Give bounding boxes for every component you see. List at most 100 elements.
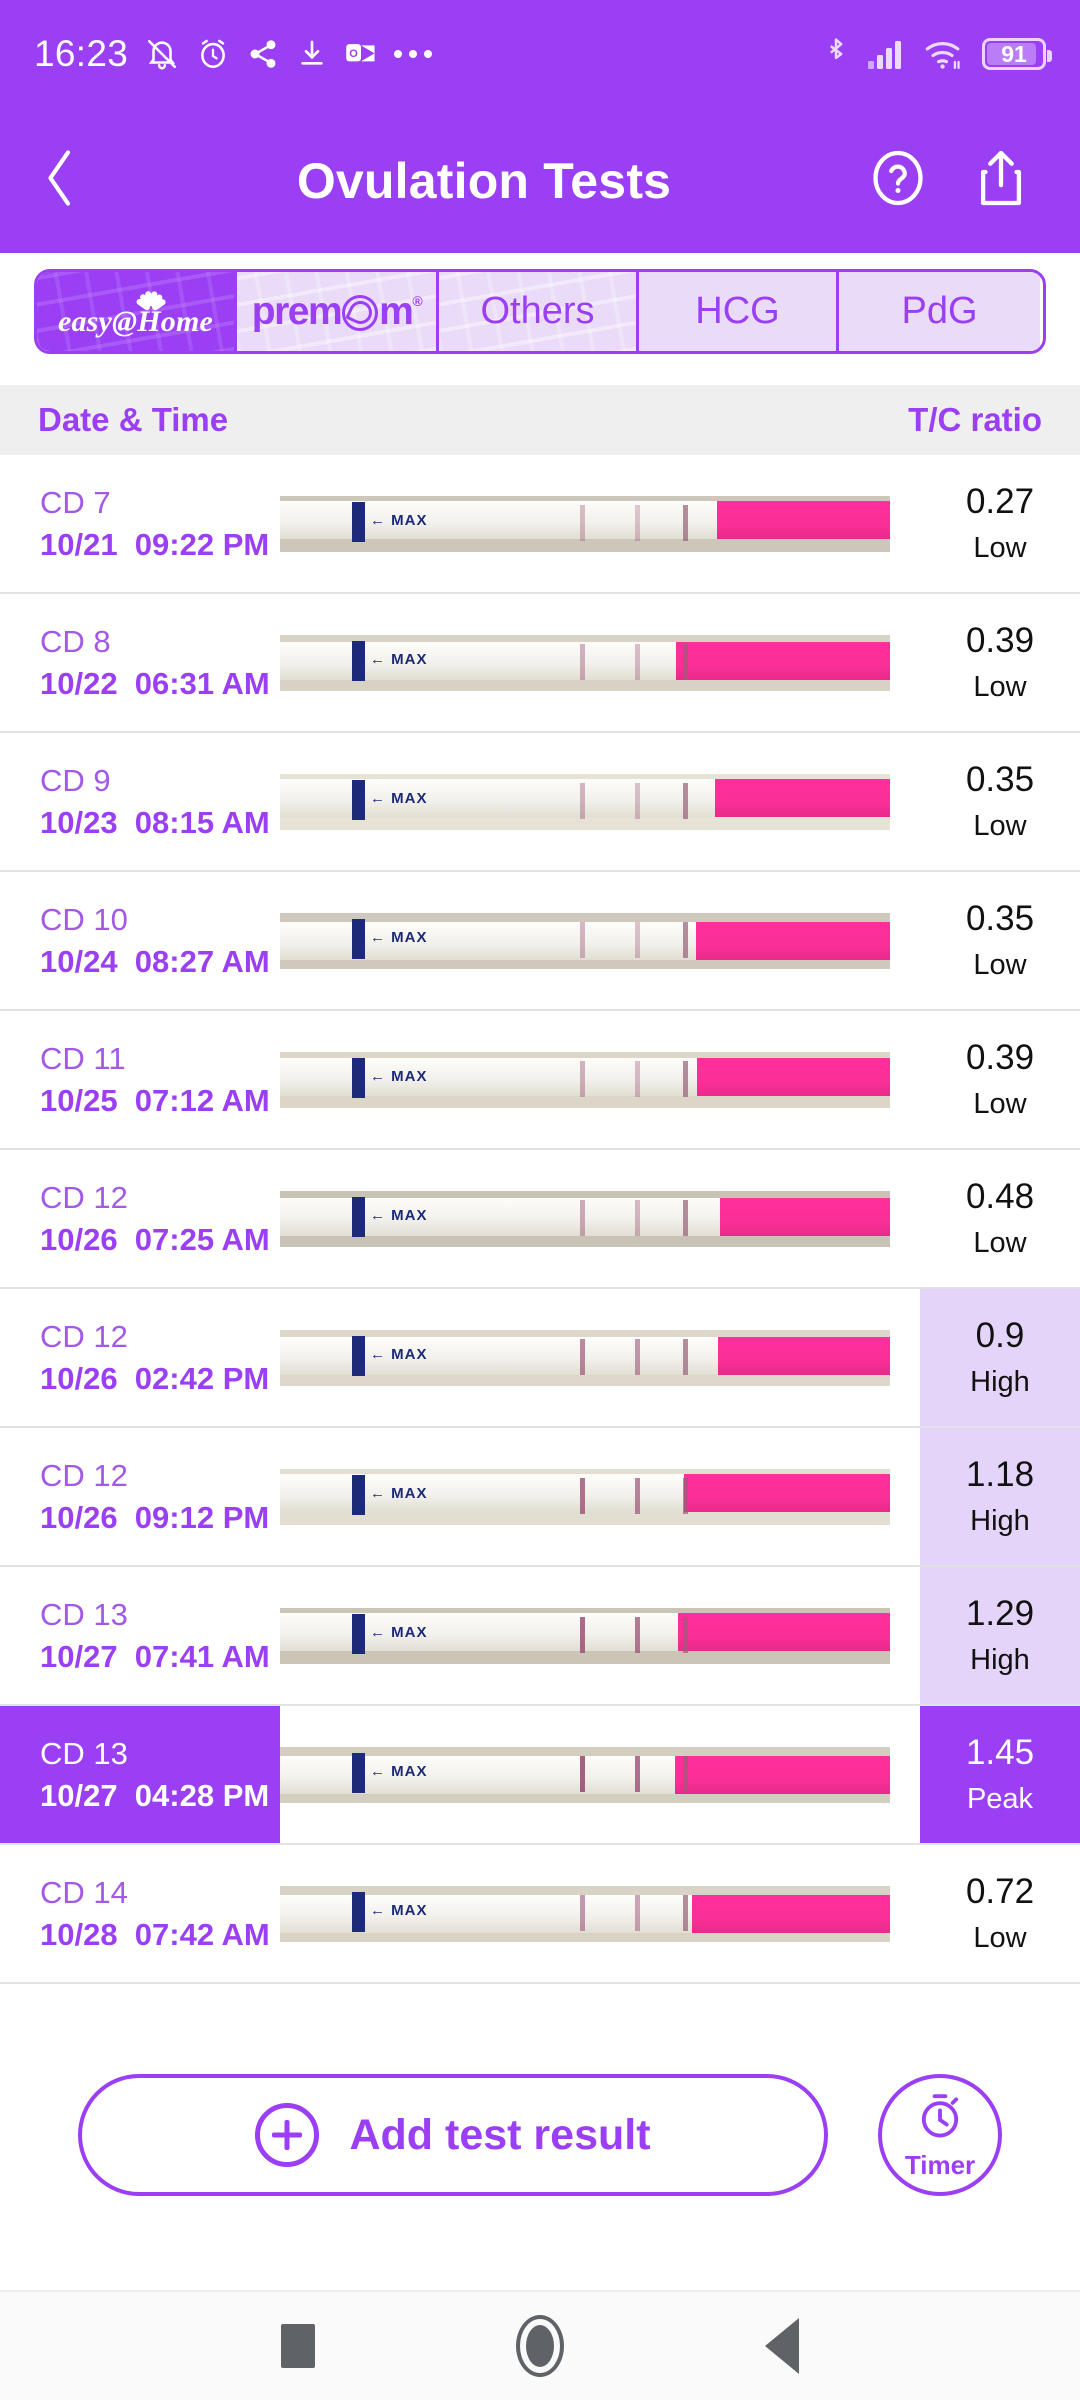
table-row[interactable]: CD 13 10/27 07:41 AM ← MAX 1.29 High [0, 1567, 1080, 1706]
status-bar: 16:23 O 91 [0, 0, 1080, 108]
share-button[interactable] [972, 147, 1030, 214]
share-icon [247, 38, 279, 70]
table-row[interactable]: CD 13 10/27 04:28 PM ← MAX 1.45 Peak [0, 1706, 1080, 1845]
app-header: Ovulation Tests [0, 108, 1080, 253]
status-badge: Low [973, 1088, 1027, 1120]
test-strip-image[interactable]: ← MAX [280, 1746, 890, 1803]
cell-strip-photo[interactable]: ← MAX [280, 1289, 920, 1426]
circle-home-icon[interactable] [515, 2315, 564, 2377]
table-row[interactable]: CD 12 10/26 07:25 AM ← MAX 0.48 Low [0, 1150, 1080, 1289]
table-row[interactable]: CD 11 10/25 07:12 AM ← MAX 0.39 Low [0, 1011, 1080, 1150]
max-marker [352, 1057, 365, 1098]
cell-tc-ratio: 1.18 High [920, 1428, 1080, 1565]
status-badge: Low [973, 671, 1027, 703]
test-strip-image[interactable]: ← MAX [280, 912, 890, 969]
test-line-secondary [635, 782, 640, 819]
status-clock: 16:23 [34, 33, 129, 74]
add-test-result-label: Add test result [349, 2110, 651, 2159]
battery-icon: 91 [982, 38, 1052, 70]
date-time-label: 10/23 08:15 AM [40, 804, 270, 840]
table-row[interactable]: CD 7 10/21 09:22 PM ← MAX 0.27 Low [0, 455, 1080, 594]
status-badge: Low [973, 949, 1027, 981]
tab-label-premom: prem m® [251, 289, 423, 333]
test-strip-image[interactable]: ← MAX [280, 1885, 890, 1942]
cell-tc-ratio: 1.45 Peak [920, 1706, 1080, 1843]
cell-strip-photo[interactable]: ← MAX [280, 872, 920, 1009]
test-line [580, 1755, 585, 1792]
cell-date-time: CD 7 10/21 09:22 PM [0, 455, 280, 592]
max-label: ← MAX [370, 650, 428, 668]
svg-text:O: O [349, 48, 358, 60]
cell-strip-photo[interactable]: ← MAX [280, 455, 920, 592]
test-line-secondary [635, 921, 640, 958]
control-line [683, 1616, 688, 1653]
test-strip-image[interactable]: ← MAX [280, 1468, 890, 1525]
cell-strip-photo[interactable]: ← MAX [280, 594, 920, 731]
table-row[interactable]: CD 10 10/24 08:27 AM ← MAX 0.35 Low [0, 872, 1080, 1011]
test-strip-image[interactable]: ← MAX [280, 1190, 890, 1247]
test-results-table[interactable]: CD 7 10/21 09:22 PM ← MAX 0.27 Low CD 8 10/22 … [0, 455, 1080, 2000]
cell-strip-photo[interactable]: ← MAX [280, 733, 920, 870]
cell-strip-photo[interactable]: ← MAX [280, 1150, 920, 1287]
table-row[interactable]: CD 12 10/26 09:12 PM ← MAX 1.18 High [0, 1428, 1080, 1567]
tc-ratio-value: 0.39 [965, 621, 1035, 660]
square-recents-icon[interactable] [280, 2324, 315, 2368]
test-brand-tabbar: easy@Home prem m® Others HCG PdG [34, 269, 1046, 354]
app-header-actions [868, 147, 1080, 214]
help-button[interactable] [868, 148, 928, 213]
cell-strip-photo[interactable]: ← MAX [280, 1706, 920, 1843]
max-marker [352, 1196, 365, 1237]
cycle-day-label: CD 8 [40, 623, 111, 659]
cell-strip-photo[interactable]: ← MAX [280, 1845, 920, 1982]
table-row[interactable]: CD 9 10/23 08:15 AM ← MAX 0.35 Low [0, 733, 1080, 872]
test-line [580, 1060, 585, 1097]
tc-ratio-value: 0.72 [965, 1872, 1035, 1911]
test-strip-image[interactable]: ← MAX [280, 634, 890, 691]
table-row[interactable]: CD 12 10/26 02:42 PM ← MAX 0.9 High [0, 1289, 1080, 1428]
test-strip-image[interactable]: ← MAX [280, 1607, 890, 1664]
status-bar-left: 16:23 O [34, 33, 433, 75]
add-test-result-button[interactable]: Add test result [78, 2074, 828, 2196]
test-strip-image[interactable]: ← MAX [280, 1329, 890, 1386]
easyathome-logo: easy@Home [58, 284, 213, 339]
status-bar-right: 91 [822, 37, 1052, 71]
max-marker [352, 1891, 365, 1932]
date-time-label: 10/21 09:22 PM [40, 526, 270, 562]
test-line [580, 921, 585, 958]
timer-button[interactable]: Timer [878, 2074, 1002, 2196]
test-line [580, 643, 585, 680]
status-badge: High [970, 1366, 1030, 1398]
cell-tc-ratio: 0.39 Low [920, 1011, 1080, 1148]
overflow-dots-icon [394, 50, 433, 58]
test-strip-image[interactable]: ← MAX [280, 495, 890, 552]
tc-ratio-value: 0.35 [965, 760, 1035, 799]
table-row[interactable]: CD 8 10/22 06:31 AM ← MAX 0.39 Low [0, 594, 1080, 733]
test-line-secondary [635, 504, 640, 541]
cycle-day-label: CD 12 [40, 1318, 128, 1354]
triangle-back-icon[interactable] [765, 2318, 800, 2374]
test-strip-image[interactable]: ← MAX [280, 773, 890, 830]
tab-hcg[interactable]: HCG [639, 272, 839, 351]
tab-easyathome[interactable]: easy@Home [37, 272, 237, 351]
cell-date-time: CD 13 10/27 07:41 AM [0, 1567, 280, 1704]
cell-strip-photo[interactable]: ← MAX [280, 1011, 920, 1148]
cycle-day-label: CD 12 [40, 1457, 128, 1493]
test-strip-image[interactable]: ← MAX [280, 1051, 890, 1108]
control-line [683, 921, 688, 958]
date-time-label: 10/28 07:42 AM [40, 1916, 270, 1952]
max-marker [352, 918, 365, 959]
strip-pink-handle [720, 1197, 890, 1236]
date-time-label: 10/22 06:31 AM [40, 665, 270, 701]
cell-strip-photo[interactable]: ← MAX [280, 1428, 920, 1565]
cell-date-time: CD 12 10/26 09:12 PM [0, 1428, 280, 1565]
tab-pdg[interactable]: PdG [839, 272, 1040, 351]
table-row[interactable]: CD 14 10/28 07:42 AM ← MAX 0.72 Low [0, 1845, 1080, 1984]
cycle-day-label: CD 7 [40, 484, 111, 520]
strip-pink-handle [718, 1336, 890, 1375]
tc-ratio-value: 0.39 [965, 1038, 1035, 1077]
tab-premom[interactable]: prem m® [237, 272, 439, 351]
tab-others[interactable]: Others [439, 272, 639, 351]
date-time-label: 10/24 08:27 AM [40, 943, 270, 979]
strip-pink-handle [678, 1612, 890, 1651]
cell-strip-photo[interactable]: ← MAX [280, 1567, 920, 1704]
